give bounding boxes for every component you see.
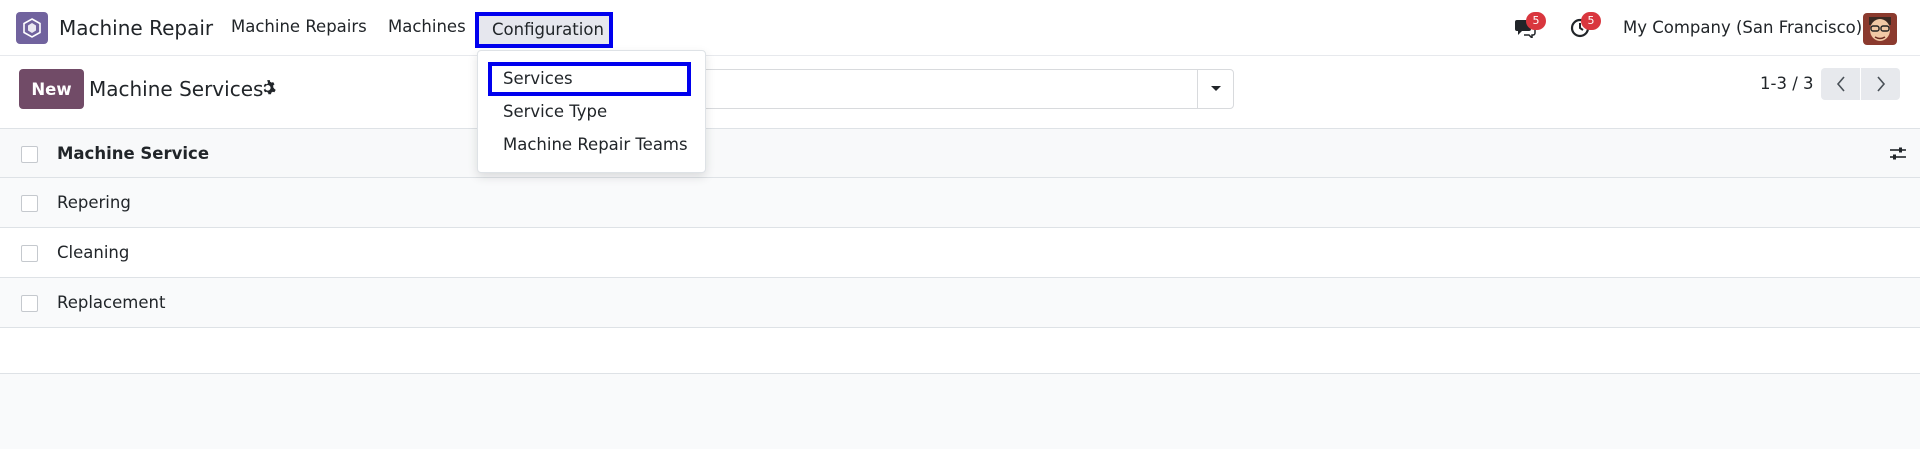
activity-clock-icon[interactable]: 5	[1567, 12, 1601, 41]
row-checkbox[interactable]	[21, 295, 38, 312]
user-avatar[interactable]	[1863, 13, 1897, 45]
pager-previous-button[interactable]	[1821, 68, 1860, 100]
messages-badge: 5	[1526, 12, 1546, 30]
search-options-toggle[interactable]	[1197, 70, 1233, 108]
top-navbar: Machine Repair Machine Repairs Machines …	[0, 0, 1920, 56]
pager-value[interactable]: 1-3 / 3	[1760, 73, 1814, 95]
caret-down-icon	[1210, 86, 1221, 91]
select-all-checkbox[interactable]	[21, 146, 38, 163]
list-footer	[0, 328, 1920, 374]
row-checkbox[interactable]	[21, 195, 38, 212]
gear-icon[interactable]	[259, 77, 279, 99]
new-button[interactable]: New	[19, 69, 84, 109]
company-switcher[interactable]: My Company (San Francisco)	[1623, 17, 1862, 39]
menu-item-services[interactable]: Services	[488, 62, 691, 96]
app-logo-icon[interactable]	[16, 12, 48, 44]
row-checkbox[interactable]	[21, 245, 38, 262]
machine-service-cell[interactable]: Replacement	[57, 292, 165, 314]
messages-icon[interactable]: 5	[1512, 12, 1546, 41]
menu-item-service-type[interactable]: Service Type	[478, 101, 705, 134]
column-header-machine-service[interactable]: Machine Service	[57, 143, 209, 165]
menu-machines[interactable]: Machines	[388, 16, 466, 38]
list-view: Machine Service Repering Cleaning Replac…	[0, 128, 1920, 374]
menu-item-machine-repair-teams[interactable]: Machine Repair Teams	[478, 134, 705, 167]
table-row[interactable]: Replacement	[0, 278, 1920, 328]
table-row[interactable]: Cleaning	[0, 228, 1920, 278]
machine-service-cell[interactable]: Cleaning	[57, 242, 129, 264]
activity-badge: 5	[1581, 12, 1601, 30]
app-name[interactable]: Machine Repair	[59, 15, 213, 41]
page-title: Machine Services	[89, 77, 264, 101]
chevron-left-icon	[1836, 76, 1845, 92]
chevron-right-icon	[1876, 76, 1885, 92]
configuration-dropdown: Services Service Type Machine Repair Tea…	[477, 50, 706, 173]
menu-configuration[interactable]: Configuration	[475, 12, 613, 48]
list-body: Repering Cleaning Replacement	[0, 178, 1920, 328]
list-header: Machine Service	[0, 128, 1920, 178]
pager-next-button[interactable]	[1861, 68, 1900, 100]
optional-columns-icon[interactable]	[1888, 144, 1908, 164]
menu-machine-repairs[interactable]: Machine Repairs	[231, 16, 367, 38]
table-row[interactable]: Repering	[0, 178, 1920, 228]
machine-service-cell[interactable]: Repering	[57, 192, 131, 214]
control-panel: New Machine Services 1-3 / 3	[0, 56, 1920, 128]
